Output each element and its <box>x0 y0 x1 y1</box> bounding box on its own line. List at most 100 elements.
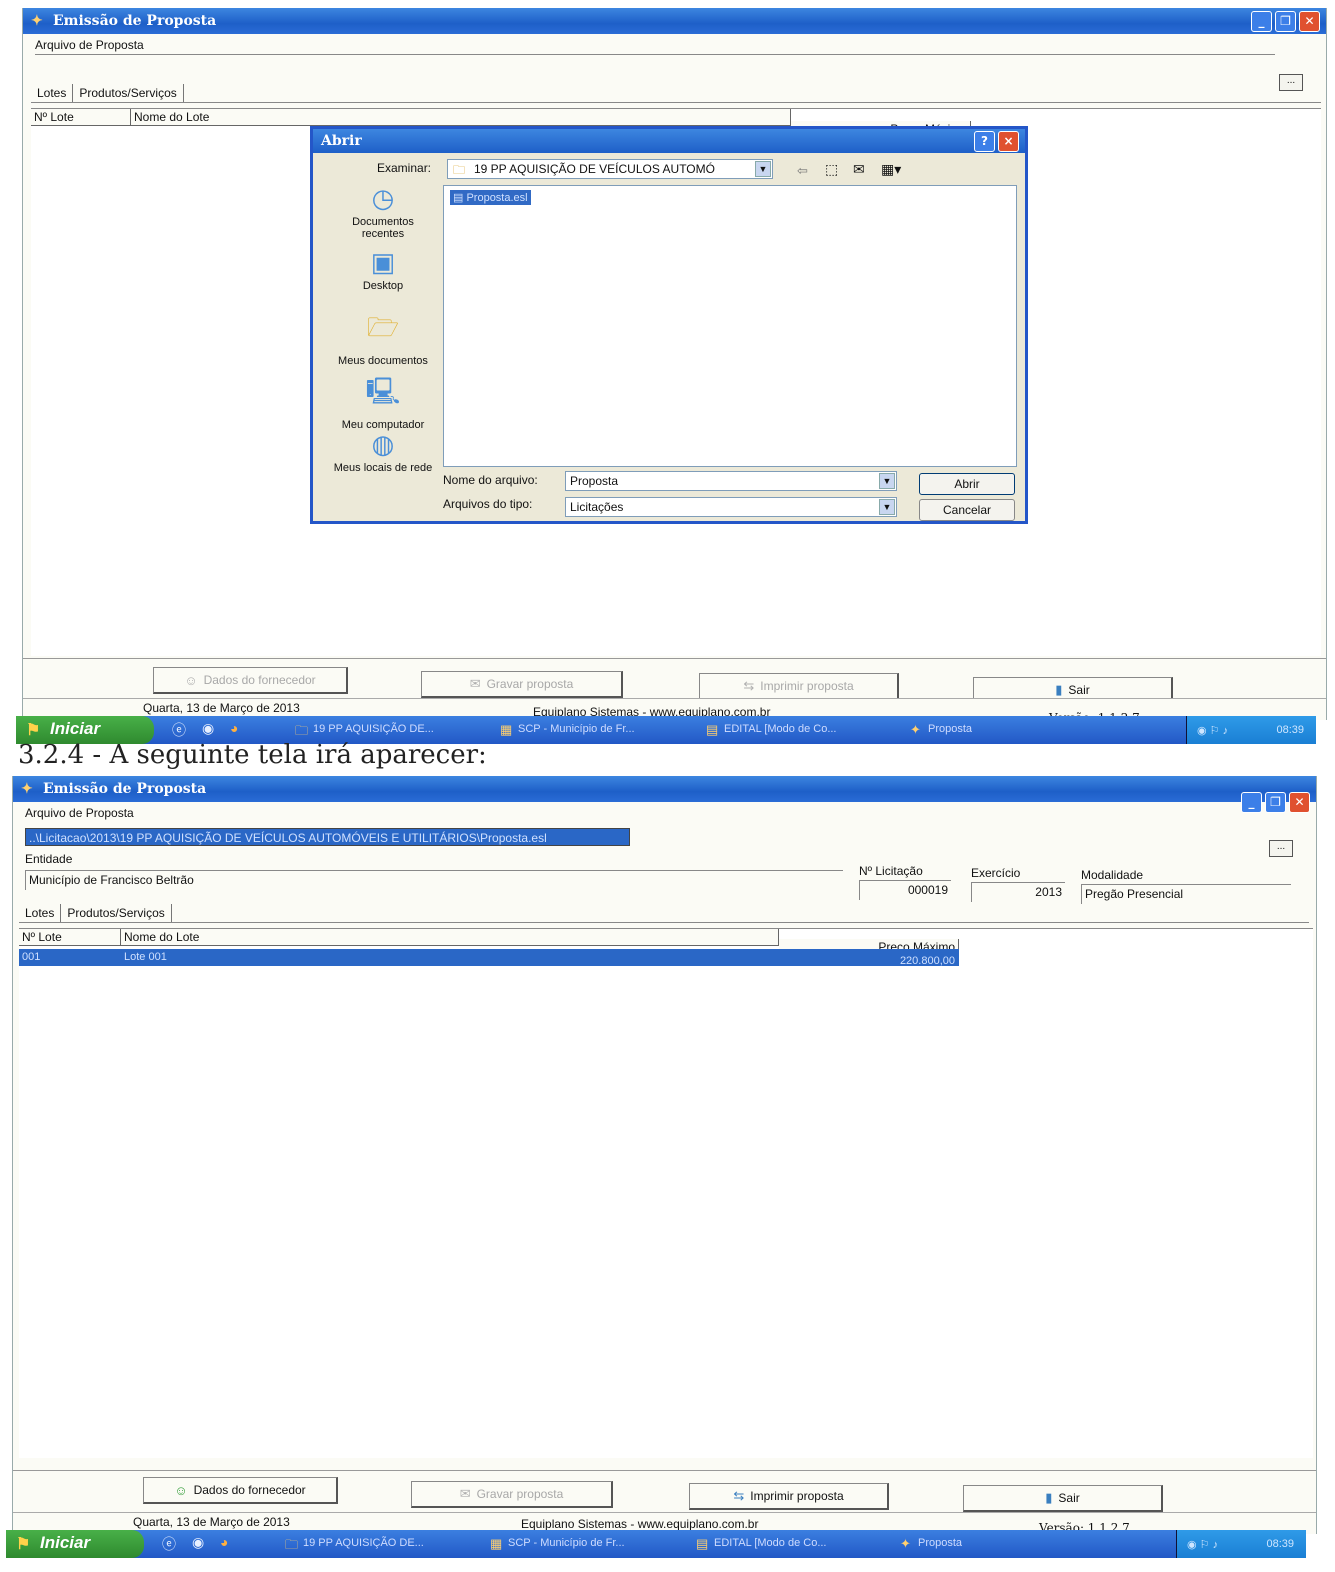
my-computer-icon: 🖳 <box>365 376 401 406</box>
table-row[interactable]: 001 Lote 001 220.800,00 <box>19 949 959 967</box>
file-item-proposta[interactable]: ▤ Proposta.esl <box>450 190 531 205</box>
file-list[interactable]: ▤ Proposta.esl <box>443 185 1017 467</box>
view-menu-icon[interactable]: ▦▾ <box>881 161 901 178</box>
filetype-combo[interactable]: Licitações ▼ <box>565 497 897 517</box>
start-label: Iniciar <box>40 1533 91 1552</box>
window-titlebar[interactable]: ✦ Emissão de Proposta _ ❐ ✕ <box>23 8 1326 34</box>
minimize-button[interactable]: _ <box>1251 11 1272 32</box>
place-desktop[interactable]: ▣ Desktop <box>335 247 431 292</box>
tray-icons[interactable]: ◉ ⚐ ♪ <box>1197 725 1228 737</box>
filename-combo[interactable]: Proposta ▼ <box>565 471 897 491</box>
dialog-close-button[interactable]: × <box>998 131 1019 152</box>
folder-icon: 🗀 <box>295 723 309 738</box>
quicklaunch-ie-icon[interactable]: ⓔ <box>162 1534 176 1554</box>
chevron-down-icon: ▼ <box>879 499 895 515</box>
window-titlebar[interactable]: ✦ Emissão de Proposta _ ❐ ✕ <box>13 776 1316 813</box>
restore-button[interactable]: ❐ <box>1275 11 1296 32</box>
quicklaunch-app-icon[interactable]: ◉ <box>202 720 214 737</box>
task-label: 19 PP AQUISIÇÃO DE... <box>303 1537 424 1549</box>
tab-lotes[interactable]: Lotes <box>31 84 74 102</box>
supplier-icon: ☺ <box>184 672 198 688</box>
save-icon: ✉ <box>459 1486 471 1501</box>
minimize-button[interactable]: _ <box>1241 792 1262 813</box>
word-icon: ▤ <box>706 722 719 737</box>
task-proposta[interactable]: ✦ Proposta <box>896 1533 1086 1555</box>
up-folder-icon[interactable]: ⬚ <box>825 161 838 178</box>
dados-fornecedor-button[interactable]: ☺ Dados do fornecedor <box>153 667 348 694</box>
quicklaunch-app-icon[interactable]: ◉ <box>192 1534 204 1551</box>
close-button[interactable]: ✕ <box>1289 792 1310 813</box>
task-label: EDITAL [Modo de Co... <box>724 723 837 735</box>
task-folder[interactable]: 🗀 19 PP AQUISIÇÃO DE... <box>281 1533 471 1555</box>
col-nome-lote[interactable]: Nome do Lote <box>121 929 779 946</box>
task-scp[interactable]: ▦ SCP - Município de Fr... <box>496 719 686 741</box>
examinar-value: 19 PP AQUISIÇÃO DE VEÍCULOS AUTOMÓ <box>474 162 715 176</box>
task-folder[interactable]: 🗀 19 PP AQUISIÇÃO DE... <box>291 719 481 741</box>
app-icon: ✦ <box>900 1536 911 1551</box>
cell-preco-maximo: 220.800,00 <box>899 955 955 967</box>
quicklaunch-chrome-icon[interactable]: ◕ <box>230 720 238 736</box>
tray-icons[interactable]: ◉ ⚐ ♪ <box>1187 1539 1218 1551</box>
dialog-title: Abrir <box>321 133 362 149</box>
supplier-icon: ☺ <box>174 1482 188 1498</box>
back-icon[interactable]: ⇦ <box>797 163 808 179</box>
tab-lotes[interactable]: Lotes <box>19 904 62 922</box>
new-folder-icon[interactable]: ✉ <box>853 161 865 178</box>
my-documents-icon: 🗁 <box>366 312 400 342</box>
proposta-window-2: ✦ Emissão de Proposta _ ❐ ✕ Arquivo de P… <box>12 776 1317 1535</box>
app-icon: ▦ <box>500 722 513 737</box>
col-num-lote[interactable]: Nº Lote <box>31 109 131 126</box>
sair-label: Sair <box>1068 683 1090 697</box>
task-label: SCP - Município de Fr... <box>518 723 635 735</box>
col-num-lote[interactable]: Nº Lote <box>19 929 121 946</box>
gravar-proposta-button[interactable]: ✉ Gravar proposta <box>421 671 623 698</box>
browse-button[interactable]: ... <box>1269 840 1293 857</box>
place-meus-documentos[interactable]: 🗁 Meus documentos <box>335 309 431 367</box>
tab-produtos-servicos[interactable]: Produtos/Serviços <box>73 84 184 102</box>
dados-fornecedor-button[interactable]: ☺ Dados do fornecedor <box>143 1477 338 1504</box>
place-meus-locais-de-rede[interactable]: ◍ Meus locais de rede <box>331 429 435 474</box>
gravar-proposta-button[interactable]: ✉ Gravar proposta <box>411 1481 613 1508</box>
sair-button[interactable]: ▮ Sair <box>963 1485 1163 1512</box>
exit-icon: ▮ <box>1045 1490 1053 1505</box>
entidade-field[interactable]: Município de Francisco Beltrão <box>25 870 843 890</box>
word-icon: ▤ <box>696 1536 709 1551</box>
place-meu-computador[interactable]: 🖳 Meu computador <box>327 373 439 431</box>
task-label: SCP - Município de Fr... <box>508 1537 625 1549</box>
start-label: Iniciar <box>50 719 101 738</box>
place-label: Meus documentos <box>338 355 428 367</box>
start-button[interactable]: ⚑ Iniciar <box>6 1530 144 1558</box>
imprimir-proposta-button[interactable]: ⇆ Imprimir proposta <box>699 673 899 700</box>
imprimir-proposta-label: Imprimir proposta <box>760 679 854 693</box>
col-nome-lote[interactable]: Nome do Lote <box>131 109 791 126</box>
exercicio-field[interactable]: 2013 <box>971 882 1065 902</box>
recent-documents-icon: ◷ <box>371 183 395 213</box>
modalidade-field[interactable]: Pregão Presencial <box>1081 884 1291 904</box>
arquivo-field[interactable] <box>35 54 1275 72</box>
print-icon: ⇆ <box>743 678 755 693</box>
task-edital[interactable]: ▤ EDITAL [Modo de Co... <box>702 719 892 741</box>
licitacao-field[interactable]: 000019 <box>859 880 951 900</box>
licitacao-label: Nº Licitação <box>859 864 923 878</box>
imprimir-proposta-button[interactable]: ⇆ Imprimir proposta <box>689 1483 889 1510</box>
status-bar: Quarta, 13 de Março de 2013 Equiplano Si… <box>23 698 1326 725</box>
tab-produtos-servicos[interactable]: Produtos/Serviços <box>61 904 172 922</box>
restore-button[interactable]: ❐ <box>1265 792 1286 813</box>
cancelar-button[interactable]: Cancelar <box>919 499 1015 521</box>
quicklaunch-ie-icon[interactable]: ⓔ <box>172 720 186 740</box>
arquivo-field[interactable]: ..\Licitacao\2013\19 PP AQUISIÇÃO DE VEÍ… <box>25 828 630 846</box>
dialog-titlebar[interactable]: Abrir ? × <box>313 129 1025 153</box>
desktop-icon: ▣ <box>370 247 396 277</box>
abrir-button[interactable]: Abrir <box>919 473 1015 495</box>
task-edital[interactable]: ▤ EDITAL [Modo de Co... <box>692 1533 882 1555</box>
status-date: Quarta, 13 de Março de 2013 <box>143 701 300 715</box>
step-caption: 3.2.4 - A seguinte tela irá aparecer: <box>18 740 487 770</box>
quicklaunch-chrome-icon[interactable]: ◕ <box>220 1534 228 1550</box>
close-button[interactable]: ✕ <box>1299 11 1320 32</box>
examinar-combo[interactable]: 🗀 19 PP AQUISIÇÃO DE VEÍCULOS AUTOMÓ ▼ <box>447 159 773 179</box>
help-button[interactable]: ? <box>974 131 995 152</box>
task-scp[interactable]: ▦ SCP - Município de Fr... <box>486 1533 676 1555</box>
task-proposta[interactable]: ✦ Proposta <box>906 719 1096 741</box>
place-documentos-recentes[interactable]: ◷ Documentos recentes <box>335 183 431 240</box>
app-icon: ▦ <box>490 1536 503 1551</box>
